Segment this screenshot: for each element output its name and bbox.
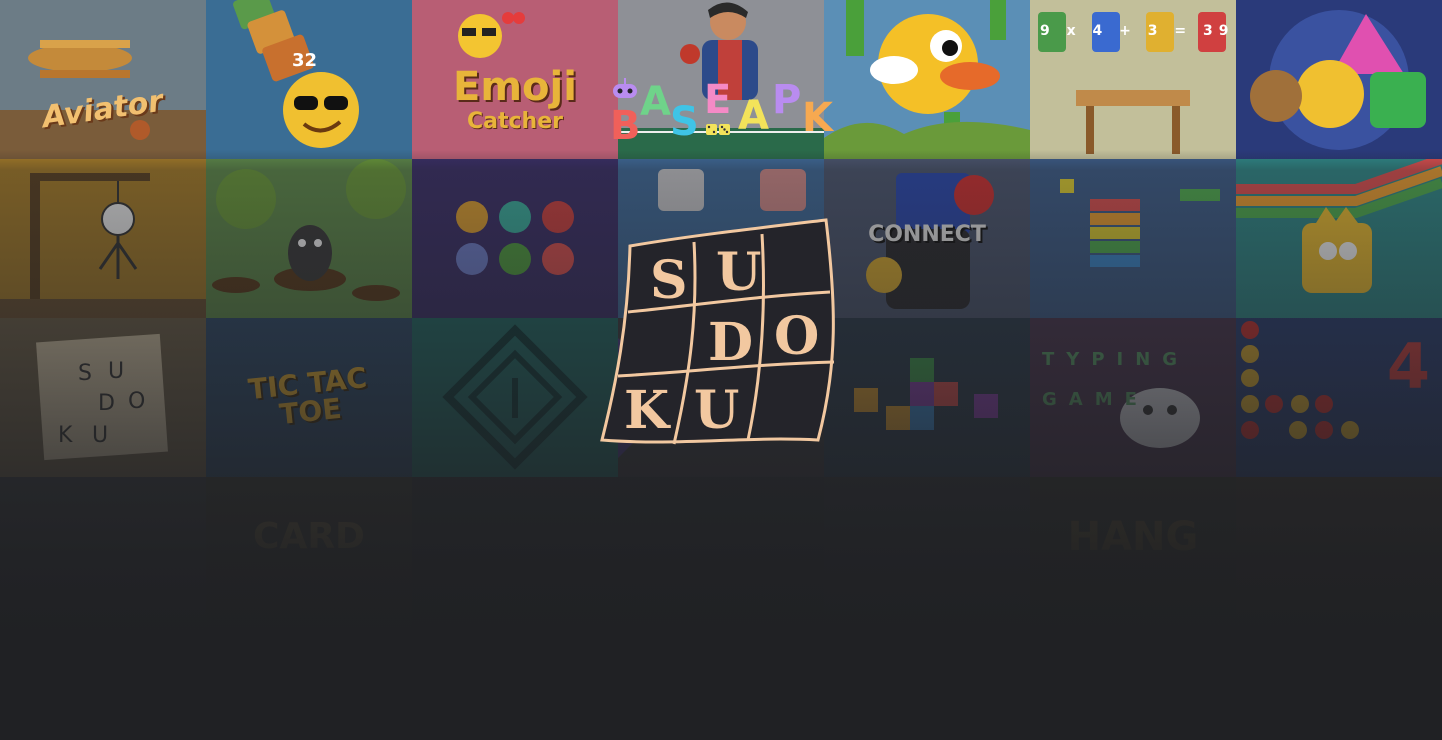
logo-letter-a2: A bbox=[738, 93, 769, 139]
row4-art-1 bbox=[0, 477, 206, 636]
row4-art-4 bbox=[618, 477, 824, 636]
sudoku-letter-k: K bbox=[624, 380, 671, 441]
game-tile-row4-1[interactable] bbox=[0, 477, 206, 636]
tile-label-card: CARD bbox=[253, 515, 365, 557]
gamepad-icon bbox=[613, 78, 637, 98]
game-tile-row4-3[interactable] bbox=[412, 477, 618, 636]
game-tile-hang[interactable]: HANG bbox=[1030, 477, 1236, 636]
game-tile-math[interactable]: 9 x 4 + 3 = 39 bbox=[1030, 0, 1236, 159]
game-tile-shapes[interactable] bbox=[1236, 0, 1442, 159]
sudoku-letter-s: S bbox=[650, 250, 688, 311]
aviator-art bbox=[0, 0, 206, 159]
tile-label-hang: HANG bbox=[1067, 513, 1199, 560]
shapes-art bbox=[1236, 0, 1442, 159]
game-tile-maze[interactable] bbox=[412, 318, 618, 477]
row4-art-5 bbox=[824, 477, 1030, 636]
game-tile-2048-snake[interactable]: 32 bbox=[206, 0, 412, 159]
svg-text:K: K bbox=[58, 423, 73, 448]
logo-letter-s: S bbox=[670, 99, 699, 145]
sudoku-tile-art: S U D O K U bbox=[0, 318, 206, 477]
tile-label-typing: TYPING GAME bbox=[1042, 349, 1190, 410]
game-tile-hangman[interactable] bbox=[0, 159, 206, 318]
card-art bbox=[206, 477, 412, 636]
svg-text:U: U bbox=[108, 359, 124, 384]
blocks-art bbox=[1030, 159, 1236, 318]
sudoku-letter-o: O bbox=[774, 306, 819, 367]
game-tile-four-in-row[interactable]: 4 bbox=[1236, 318, 1442, 477]
game-tile-tetris[interactable] bbox=[824, 318, 1030, 477]
tile-label-four: 4 bbox=[1386, 330, 1430, 403]
tile-label-32: 32 bbox=[292, 50, 318, 71]
logo-letter-p: P bbox=[772, 77, 802, 123]
game-tile-row4-4[interactable] bbox=[618, 477, 824, 636]
game-tile-aviator[interactable]: Aviator bbox=[0, 0, 206, 159]
tetris-art bbox=[824, 318, 1030, 477]
svg-text:U: U bbox=[92, 423, 108, 448]
hangman-art bbox=[0, 159, 206, 318]
row4-art-3 bbox=[412, 477, 618, 636]
maze-art bbox=[412, 318, 618, 477]
logo-letter-e: E bbox=[704, 77, 732, 123]
sudoku-splash: S U D O K U bbox=[600, 218, 835, 445]
game-tile-flappy[interactable] bbox=[824, 0, 1030, 159]
game-tile-connect-4[interactable]: CONNECT bbox=[824, 159, 1030, 318]
tile-label-emoji: Emoji bbox=[453, 63, 577, 110]
logo-letter-a: A bbox=[640, 79, 671, 125]
game-tile-whack-mole[interactable] bbox=[206, 159, 412, 318]
game-tile-emoji-catcher[interactable]: Emoji Catcher bbox=[412, 0, 618, 159]
dice-icon bbox=[706, 124, 730, 135]
game-tile-row4-5[interactable] bbox=[824, 477, 1030, 636]
sudoku-letter-u2: U bbox=[694, 380, 739, 441]
game-tile-rainbow-cube[interactable] bbox=[1236, 159, 1442, 318]
tile-label-connect: CONNECT bbox=[868, 221, 986, 247]
logo-letter-k: K bbox=[802, 95, 833, 141]
game-tile-typing[interactable]: TYPING GAME bbox=[1030, 318, 1236, 477]
game-tile-tic-tac-toe[interactable]: TIC TAC TOE bbox=[206, 318, 412, 477]
game-tile-row4-7[interactable] bbox=[1236, 477, 1442, 636]
sudoku-letter-u: U bbox=[716, 242, 761, 303]
mole-art bbox=[206, 159, 412, 318]
sudoku-letter-d: D bbox=[708, 312, 753, 373]
game-tile-color-balls[interactable] bbox=[412, 159, 618, 318]
game-tile-card[interactable]: CARD bbox=[206, 477, 412, 636]
color-balls-art bbox=[412, 159, 618, 318]
svg-text:D: D bbox=[98, 391, 115, 416]
svg-text:O: O bbox=[128, 389, 145, 414]
rainbow-cube-art bbox=[1236, 159, 1442, 318]
flappy-art bbox=[824, 0, 1030, 159]
logo-letter-b: B bbox=[610, 103, 641, 149]
svg-text:S: S bbox=[78, 361, 92, 386]
row4-art-7 bbox=[1236, 477, 1442, 636]
tile-label-math: 9 x 4 + 3 = 39 bbox=[1040, 23, 1235, 39]
game-tile-sudoku[interactable]: S U D O K U bbox=[0, 318, 206, 477]
baseapk-logo: B A S E A P K bbox=[608, 76, 834, 146]
tile-label-catcher: Catcher bbox=[467, 108, 563, 134]
game-tile-blocks[interactable] bbox=[1030, 159, 1236, 318]
snake-art bbox=[206, 0, 412, 159]
